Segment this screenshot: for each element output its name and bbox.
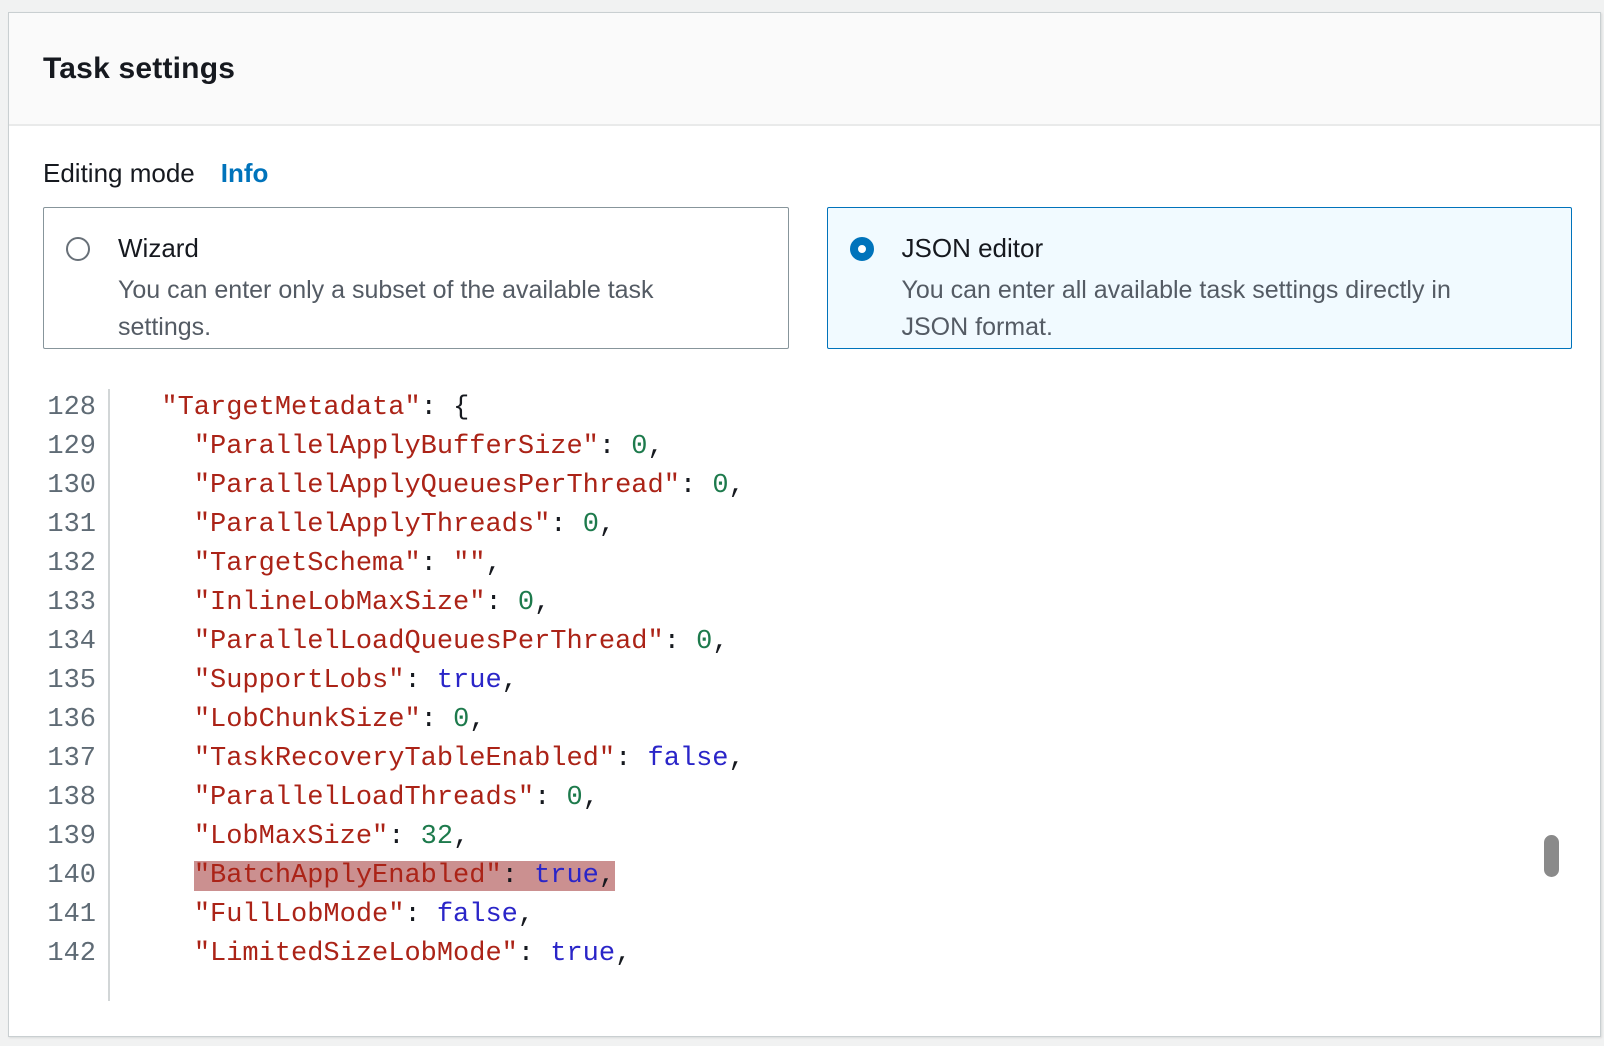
code-line[interactable]: 139 "LobMaxSize": 32,: [9, 818, 1600, 857]
line-content: "SupportLobs": true,: [110, 662, 518, 701]
code-line[interactable]: 136 "LobChunkSize": 0,: [9, 701, 1600, 740]
task-settings-panel: Task settings Editing mode Info Wizard Y…: [8, 12, 1601, 1037]
panel-content: Editing mode Info Wizard You can enter o…: [9, 158, 1600, 1001]
line-content: "TargetSchema": "",: [110, 545, 502, 584]
code-line[interactable]: 128 "TargetMetadata": {: [9, 389, 1600, 428]
code-line[interactable]: 133 "InlineLobMaxSize": 0,: [9, 584, 1600, 623]
wizard-description: You can enter only a subset of the avail…: [118, 272, 738, 346]
line-number: 133: [9, 584, 110, 623]
line-number: 135: [9, 662, 110, 701]
tile-json-editor[interactable]: JSON editor You can enter all available …: [827, 207, 1573, 349]
line-content: "BatchApplyEnabled": true,: [110, 857, 615, 896]
line-content: "LobChunkSize": 0,: [110, 701, 485, 740]
code-line[interactable]: 132 "TargetSchema": "",: [9, 545, 1600, 584]
gutter-tail: [9, 974, 1600, 1001]
wizard-label: Wizard: [118, 233, 199, 264]
line-number: 138: [9, 779, 110, 818]
line-number: 142: [9, 935, 110, 974]
line-number: 130: [9, 467, 110, 506]
line-number: 132: [9, 545, 110, 584]
line-content: "ParallelApplyQueuesPerThread": 0,: [110, 467, 745, 506]
json-code-editor[interactable]: 128 "TargetMetadata": {129 "ParallelAppl…: [9, 389, 1600, 1001]
line-number: 134: [9, 623, 110, 662]
wizard-radio-icon[interactable]: [66, 237, 90, 261]
line-content: "TargetMetadata": {: [110, 389, 469, 428]
editing-mode-label: Editing mode: [43, 158, 195, 189]
vertical-scrollbar-thumb[interactable]: [1544, 835, 1559, 877]
line-number: 136: [9, 701, 110, 740]
line-number: 139: [9, 818, 110, 857]
line-content: "LimitedSizeLobMode": true,: [110, 935, 631, 974]
code-line[interactable]: 131 "ParallelApplyThreads": 0,: [9, 506, 1600, 545]
json-editor-description: You can enter all available task setting…: [902, 272, 1522, 346]
info-link[interactable]: Info: [221, 158, 269, 189]
panel-header: Task settings: [9, 13, 1600, 126]
editing-mode-row: Editing mode Info: [43, 158, 1600, 189]
code-line[interactable]: 141 "FullLobMode": false,: [9, 896, 1600, 935]
line-number: 137: [9, 740, 110, 779]
line-content: "ParallelApplyBufferSize": 0,: [110, 428, 664, 467]
editing-mode-tiles: Wizard You can enter only a subset of th…: [43, 207, 1572, 349]
line-content: "InlineLobMaxSize": 0,: [110, 584, 550, 623]
page-title: Task settings: [43, 52, 235, 86]
code-line[interactable]: 129 "ParallelApplyBufferSize": 0,: [9, 428, 1600, 467]
line-number: 141: [9, 896, 110, 935]
code-line[interactable]: 130 "ParallelApplyQueuesPerThread": 0,: [9, 467, 1600, 506]
code-line[interactable]: 140 "BatchApplyEnabled": true,: [9, 857, 1600, 896]
line-number: 131: [9, 506, 110, 545]
json-editor-label: JSON editor: [902, 233, 1044, 264]
code-line[interactable]: 134 "ParallelLoadQueuesPerThread": 0,: [9, 623, 1600, 662]
code-line[interactable]: 135 "SupportLobs": true,: [9, 662, 1600, 701]
code-line[interactable]: 142 "LimitedSizeLobMode": true,: [9, 935, 1600, 974]
line-content: "ParallelApplyThreads": 0,: [110, 506, 615, 545]
line-content: "ParallelLoadThreads": 0,: [110, 779, 599, 818]
code-line[interactable]: 138 "ParallelLoadThreads": 0,: [9, 779, 1600, 818]
line-content: "LobMaxSize": 32,: [110, 818, 469, 857]
json-editor-radio-icon[interactable]: [850, 237, 874, 261]
line-content: "ParallelLoadQueuesPerThread": 0,: [110, 623, 729, 662]
code-line[interactable]: 137 "TaskRecoveryTableEnabled": false,: [9, 740, 1600, 779]
line-number: 140: [9, 857, 110, 896]
line-number: 129: [9, 428, 110, 467]
line-content: "TaskRecoveryTableEnabled": false,: [110, 740, 745, 779]
line-content: "FullLobMode": false,: [110, 896, 534, 935]
line-number: 128: [9, 389, 110, 428]
tile-wizard[interactable]: Wizard You can enter only a subset of th…: [43, 207, 789, 349]
